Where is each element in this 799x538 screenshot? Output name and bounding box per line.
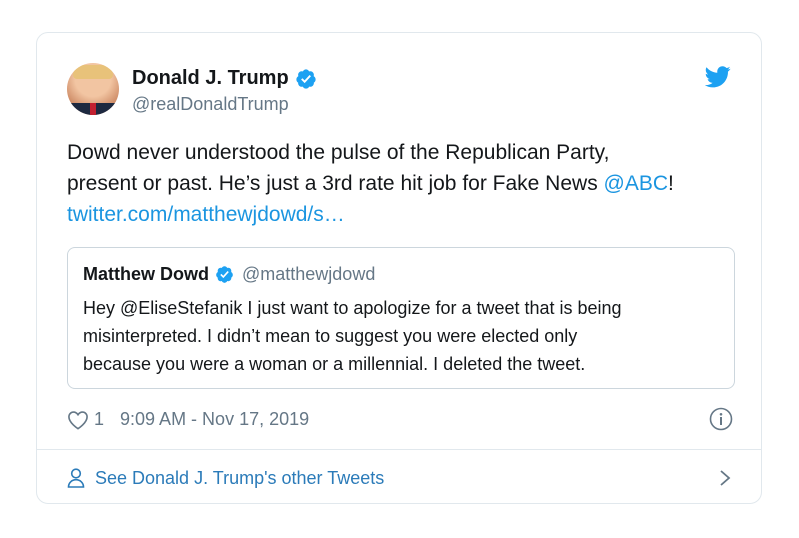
user-icon xyxy=(67,468,85,488)
tweet-url-link[interactable]: twitter.com/matthewjdowd/s… xyxy=(67,199,747,230)
avatar-tie xyxy=(90,103,96,115)
like-count[interactable]: 1 xyxy=(94,409,104,430)
tweet-text: Dowd never understood the pulse of the R… xyxy=(67,137,747,230)
see-other-tweets-label[interactable]: See Donald J. Trump's other Tweets xyxy=(95,468,384,489)
quoted-line: Hey @EliseStefanik I just want to apolog… xyxy=(83,298,622,318)
chevron-right-icon[interactable] xyxy=(717,469,733,487)
tweet-card: Donald J. Trump @realDonaldTrump Dowd ne… xyxy=(36,32,762,504)
heart-icon[interactable] xyxy=(67,410,89,430)
quoted-handle: @matthewjdowd xyxy=(242,264,376,284)
mention-link[interactable]: @ABC xyxy=(604,172,669,195)
see-other-tweets-link[interactable]: See Donald J. Trump's other Tweets xyxy=(67,463,733,493)
tweet-line-suffix: ! xyxy=(668,172,674,195)
tweet-line-text: present or past. He’s just a 3rd rate hi… xyxy=(67,172,604,195)
quoted-line: because you were a woman or a millennial… xyxy=(83,354,586,374)
author-handle[interactable]: @realDonaldTrump xyxy=(132,94,289,115)
twitter-bird-icon[interactable] xyxy=(705,66,731,88)
info-icon[interactable] xyxy=(709,407,733,431)
author-name-row[interactable]: Donald J. Trump xyxy=(132,67,317,90)
tweet-timestamp[interactable]: 9:09 AM - Nov 17, 2019 xyxy=(120,409,309,430)
quoted-tweet[interactable]: Matthew Dowd @matthewjdowd Hey @EliseSte… xyxy=(67,247,735,389)
quoted-author-row: Matthew Dowd @matthewjdowd xyxy=(83,264,375,285)
author-avatar[interactable] xyxy=(67,63,119,115)
quoted-line: misinterpreted. I didn’t mean to suggest… xyxy=(83,326,578,346)
tweet-line: Dowd never understood the pulse of the R… xyxy=(67,141,610,164)
verified-badge-icon xyxy=(296,68,316,89)
avatar-hair xyxy=(73,65,113,79)
tweet-meta: 1 9:09 AM - Nov 17, 2019 xyxy=(67,409,309,430)
tweet-line: present or past. He’s just a 3rd rate hi… xyxy=(67,168,747,199)
author-display-name[interactable]: Donald J. Trump xyxy=(132,67,289,90)
verified-badge-icon xyxy=(216,266,233,283)
footer-divider xyxy=(37,449,761,450)
quoted-text: Hey @EliseStefanik I just want to apolog… xyxy=(83,294,723,378)
quoted-display-name: Matthew Dowd xyxy=(83,264,209,284)
